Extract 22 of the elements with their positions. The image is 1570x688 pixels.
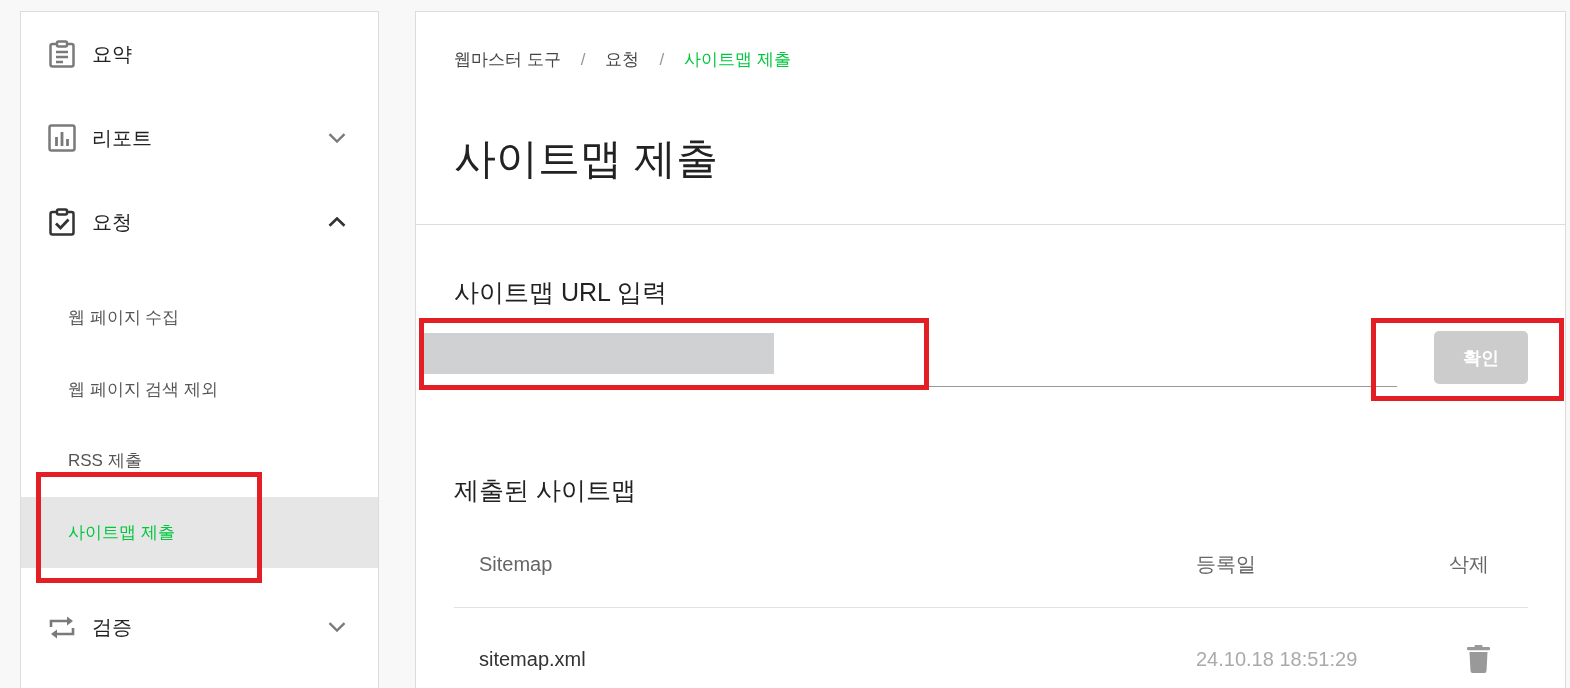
- breadcrumb-separator: /: [659, 49, 665, 71]
- sidebar-item[interactable]: 리포트: [21, 96, 378, 180]
- table-cell-text: sitemap.xml: [478, 647, 586, 671]
- page-title: 사이트맵 제출: [454, 134, 719, 184]
- submenu-item[interactable]: 웹 페이지 수집: [21, 282, 378, 354]
- column-header: 등록일: [1196, 552, 1257, 577]
- section-heading: 제출된 사이트맵: [454, 475, 637, 506]
- table-cell: 24.10.18 18:51:29: [1196, 647, 1358, 671]
- column-header: 삭제: [1449, 552, 1490, 577]
- column-header: Sitemap: [478, 553, 554, 576]
- sidebar-item[interactable]: 요약: [21, 12, 378, 96]
- trash-icon[interactable]: [1467, 645, 1490, 673]
- sidebar-item[interactable]: 요청: [21, 180, 378, 264]
- breadcrumb-current: 사이트맵 제출: [684, 49, 791, 71]
- breadcrumb-link[interactable]: 요청: [605, 48, 640, 72]
- breadcrumb-link[interactable]: 웹마스터 도구: [454, 48, 561, 72]
- submenu-item[interactable]: 웹 페이지 검색 제외: [21, 353, 378, 425]
- breadcrumb-separator: /: [580, 49, 586, 71]
- section-heading: 사이트맵 URL 입력: [454, 277, 668, 308]
- submenu-item[interactable]: RSS 제출: [21, 425, 378, 497]
- clipboard-list-icon: [48, 40, 76, 68]
- sidebar-item[interactable]: 검증: [21, 585, 378, 669]
